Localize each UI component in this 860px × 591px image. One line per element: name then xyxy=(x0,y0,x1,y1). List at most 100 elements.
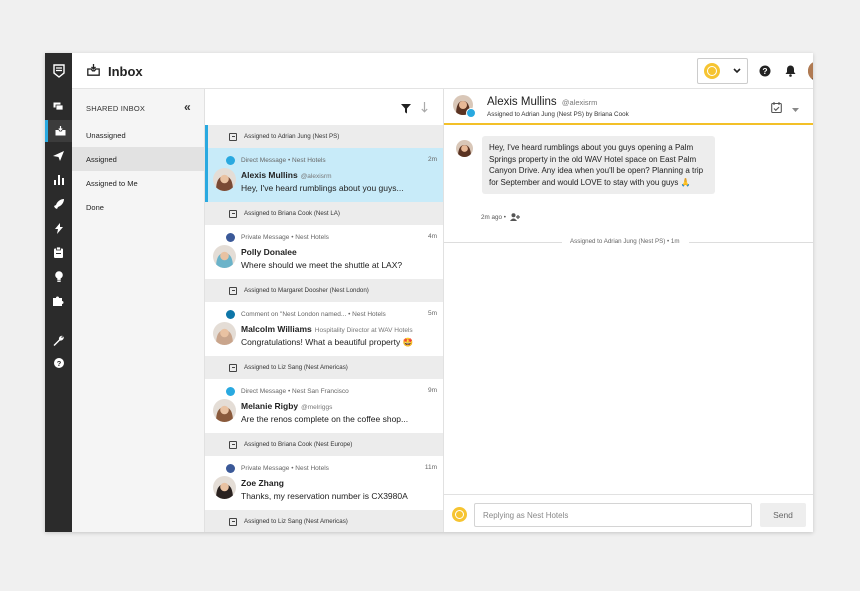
reply-placeholder: Replying as Nest Hotels xyxy=(483,510,569,520)
folder-label: Done xyxy=(86,202,104,212)
inbox-icon[interactable] xyxy=(45,120,72,142)
assignment-icon xyxy=(229,363,237,372)
conversation-detail: Alexis Mullins @alexisrm Assigned to Adr… xyxy=(444,89,813,532)
message-preview: Are the renos complete on the coffee sho… xyxy=(241,414,409,424)
assignment-text: Assigned to Briana Cook (Nest LA) xyxy=(244,210,340,217)
conversation-item[interactable]: Direct Message • Nest Hotels 2m Alexis Mul… xyxy=(205,148,443,202)
task-icon[interactable] xyxy=(771,100,782,118)
conversation-time: 11m xyxy=(424,464,437,471)
contact-name: Malcolm Williams Hospitality Director at … xyxy=(241,324,413,334)
top-bar: Inbox ? xyxy=(72,53,813,89)
rocket-icon[interactable] xyxy=(45,193,72,215)
timestamp-text: 2m ago • xyxy=(481,213,506,221)
conversation-source: Direct Message • Nest San Francisco xyxy=(241,388,349,395)
lightbulb-icon[interactable] xyxy=(45,265,72,287)
messages-icon[interactable] xyxy=(45,95,72,117)
assignment-row: Assigned to Liz Sang (Nest Americas) xyxy=(205,356,443,379)
conversation-meta: Direct Message • Nest San Francisco xyxy=(226,387,349,396)
assignment-icon xyxy=(229,209,237,218)
folder-label: Assigned to Me xyxy=(86,178,138,188)
divider-line xyxy=(689,242,813,243)
clipboard-icon[interactable] xyxy=(45,241,72,263)
contact-name: Polly Donalee xyxy=(241,247,297,257)
message-bubble: Hey, I've heard rumblings about you guys… xyxy=(482,136,715,194)
user-avatar[interactable] xyxy=(808,61,813,81)
assignment-event: Assigned to Adrian Jung (Nest PS) • 1m xyxy=(444,238,813,245)
chevron-down-icon xyxy=(733,68,741,74)
folder-label: Assigned xyxy=(86,154,117,164)
brand-logo-icon[interactable] xyxy=(45,53,72,89)
facebook-icon xyxy=(226,464,235,473)
conversation-meta: Private Message • Nest Hotels xyxy=(226,233,329,242)
help-icon[interactable]: ? xyxy=(759,64,771,82)
conversation-source: Private Message • Nest Hotels xyxy=(241,465,329,472)
divider-line xyxy=(444,242,562,243)
folder-assigned[interactable]: Assigned xyxy=(72,147,205,171)
send-button[interactable]: Send xyxy=(760,503,806,527)
contact-avatar xyxy=(213,245,236,268)
assignment-text: Assigned to Margaret Doosher (Nest Londo… xyxy=(244,287,369,294)
conversation-meta: Private Message • Nest Hotels xyxy=(226,464,329,473)
message-timestamp: 2m ago • xyxy=(481,213,520,221)
conversation-meta: Comment on "Nest London named... • Nest … xyxy=(226,310,386,319)
puzzle-icon[interactable] xyxy=(45,289,72,311)
reply-account-icon[interactable] xyxy=(452,507,467,522)
inbox-tray-icon xyxy=(87,63,100,81)
conversation-source: Direct Message • Nest Hotels xyxy=(241,157,326,164)
reply-input[interactable]: Replying as Nest Hotels xyxy=(474,503,752,527)
conversation-item[interactable]: Direct Message • Nest San Francisco 9m Mel… xyxy=(205,379,443,433)
svg-text:?: ? xyxy=(56,359,61,368)
filter-icon[interactable] xyxy=(401,101,411,119)
conversation-source: Comment on "Nest London named... • Nest … xyxy=(241,311,386,318)
folder-unassigned[interactable]: Unassigned xyxy=(72,123,205,147)
assignment-text: Assigned to Adrian Jung (Nest PS) xyxy=(244,133,340,140)
message-preview: Thanks, my reservation number is CX3980A xyxy=(241,491,408,501)
conversation-source: Private Message • Nest Hotels xyxy=(241,234,329,241)
assignment-text: Assigned to Liz Sang (Nest Americas) xyxy=(244,518,348,525)
folder-done[interactable]: Done xyxy=(72,195,205,219)
contact-subtitle: @melriggs xyxy=(301,404,333,411)
help-icon[interactable]: ? xyxy=(45,352,72,374)
contact-avatar xyxy=(213,399,236,422)
app-window: ? Inbox ? SHARED INBOX « Unassigned Assi… xyxy=(45,53,813,532)
lightning-icon[interactable] xyxy=(45,217,72,239)
conversation-item[interactable]: Private Message • Nest Hotels 11m Zoe Zhan… xyxy=(205,456,443,510)
folder-label: Unassigned xyxy=(86,130,126,140)
assignment-event-text: Assigned to Adrian Jung (Nest PS) • 1m xyxy=(567,238,683,245)
message-preview: Congratulations! What a beautiful proper… xyxy=(241,337,414,347)
conversation-time: 2m xyxy=(427,156,437,163)
folder-assigned-to-me[interactable]: Assigned to Me xyxy=(72,171,205,195)
twitter-badge-icon xyxy=(466,108,476,118)
assignment-row: Assigned to Briana Cook (Nest Europe) xyxy=(205,433,443,456)
conversation-item[interactable]: Private Message • Nest Hotels 4m Polly Don… xyxy=(205,225,443,279)
assignment-icon xyxy=(229,440,237,449)
bell-icon[interactable] xyxy=(785,64,796,82)
conversation-item[interactable]: Comment on "Nest London named... • Nest … xyxy=(205,302,443,356)
contact-avatar xyxy=(213,322,236,345)
caret-down-icon[interactable] xyxy=(792,100,799,118)
message-thread: Hey, I've heard rumblings about you guys… xyxy=(444,125,813,494)
collapse-panel-icon[interactable]: « xyxy=(184,100,191,114)
assignment-row: Assigned to Adrian Jung (Nest PS) xyxy=(205,125,443,148)
contact-subtitle: @alexisrm xyxy=(300,173,332,180)
contact-name: Melanie Rigby @melriggs xyxy=(241,401,333,411)
assignment-icon xyxy=(229,286,237,295)
contact-name: Alexis Mullins @alexisrm xyxy=(487,96,598,108)
assignment-text: Assigned to Briana Cook (Nest Europe) xyxy=(244,441,353,448)
left-rail: ? xyxy=(45,53,72,532)
account-switcher[interactable] xyxy=(697,58,748,84)
assign-user-icon[interactable] xyxy=(509,213,520,221)
brand-account-icon xyxy=(704,63,720,79)
sort-down-icon[interactable] xyxy=(421,100,428,118)
detail-header: Alexis Mullins @alexisrm Assigned to Adr… xyxy=(444,89,813,125)
detail-tools xyxy=(771,100,799,118)
conversation-time: 5m xyxy=(427,310,437,317)
list-items: Assigned to Adrian Jung (Nest PS) Direct … xyxy=(205,125,443,532)
send-icon[interactable] xyxy=(45,145,72,167)
contact-name: Alexis Mullins @alexisrm xyxy=(241,170,332,180)
message-preview: Hey, I've heard rumblings about you guys… xyxy=(241,183,404,193)
wrench-icon[interactable] xyxy=(45,329,72,351)
reply-bar: Replying as Nest Hotels Send xyxy=(444,494,813,532)
svg-text:?: ? xyxy=(762,66,767,76)
bar-chart-icon[interactable] xyxy=(45,169,72,191)
